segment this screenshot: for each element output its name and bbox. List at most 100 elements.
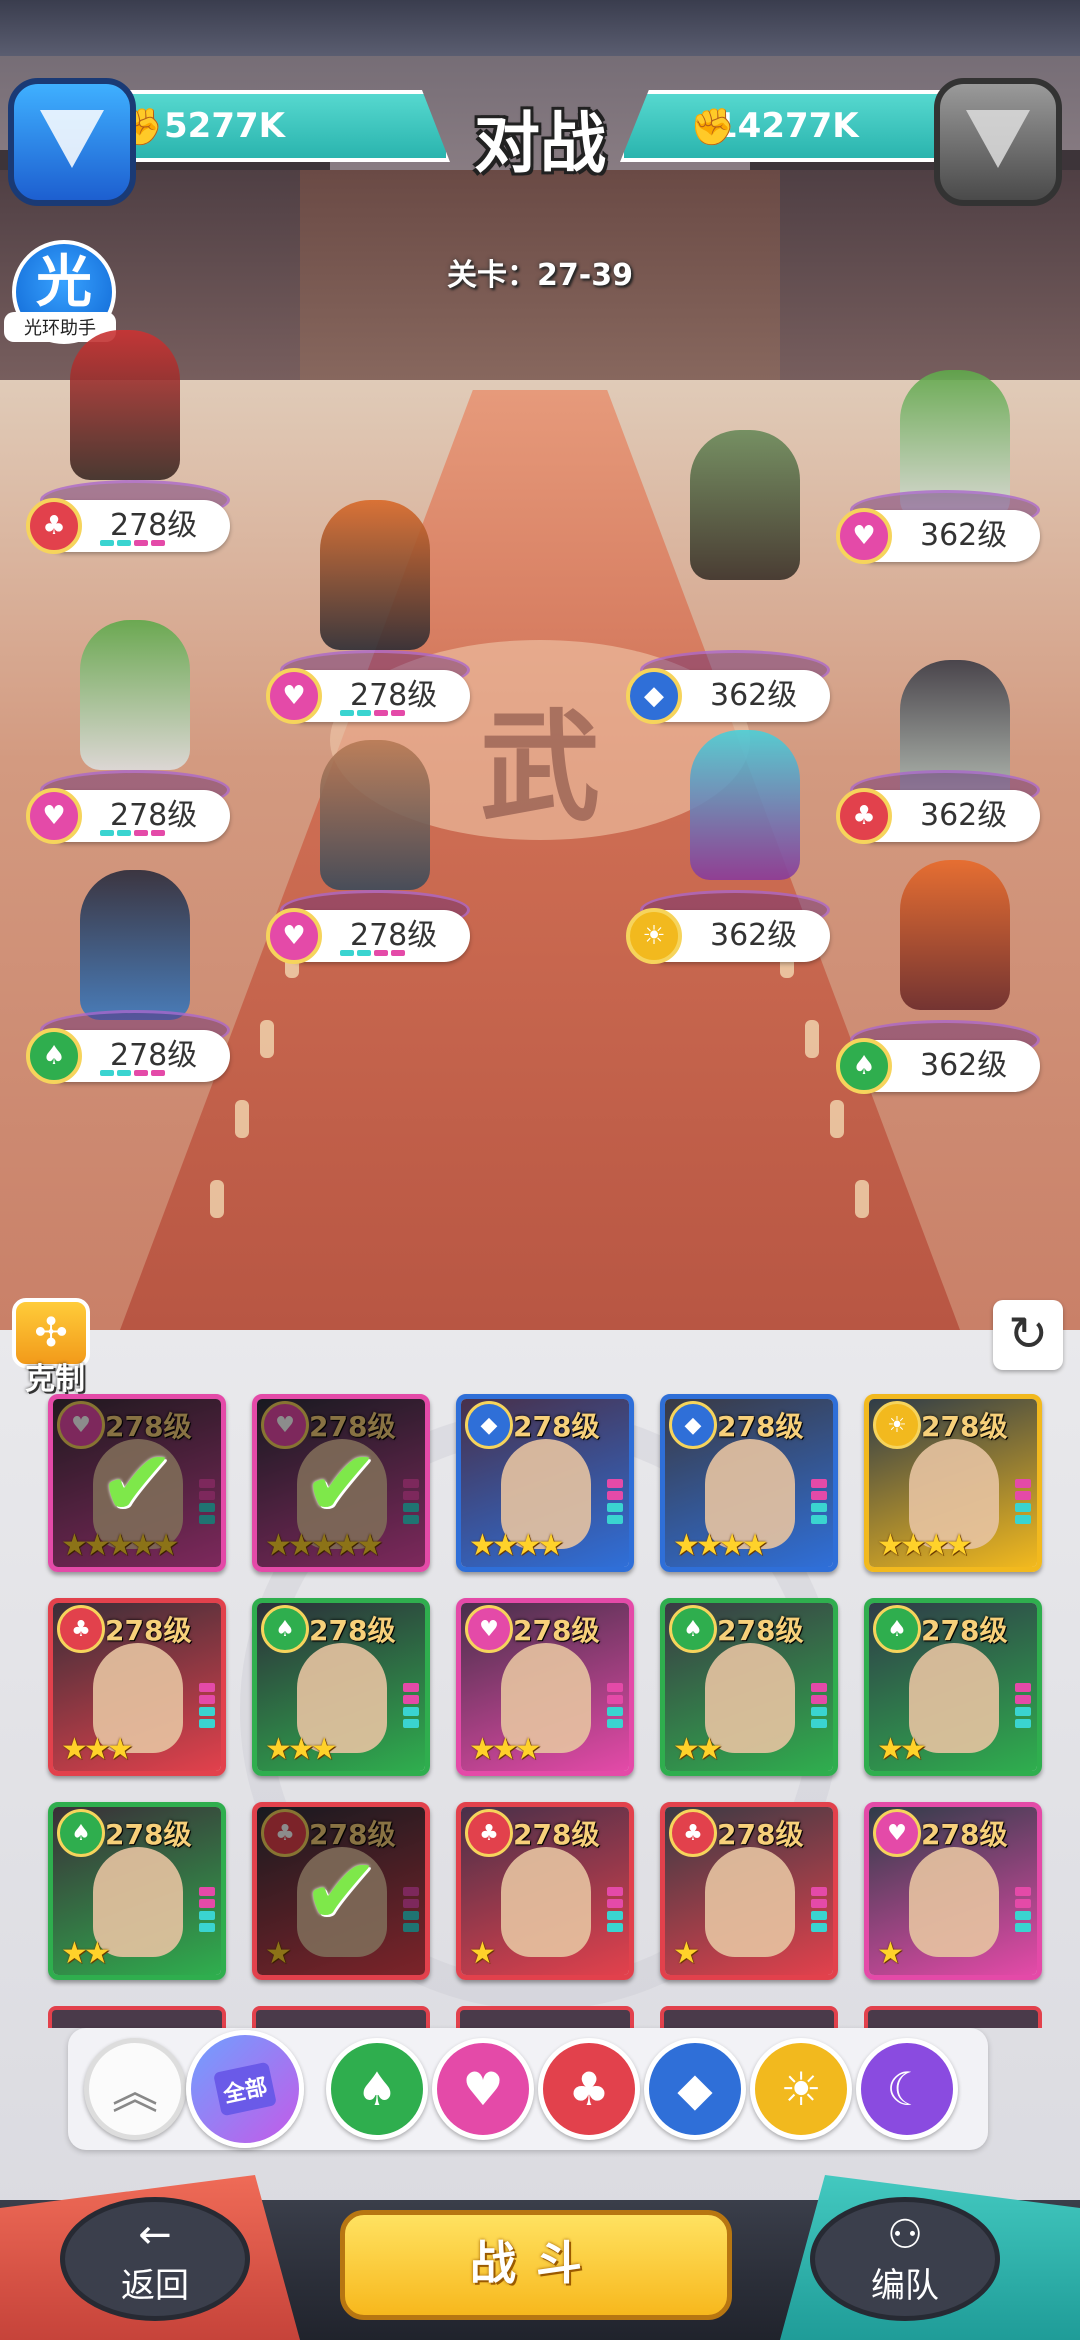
hero-card[interactable]: ♠ 278级 ★★ (48, 1802, 226, 1980)
halo-helper-button[interactable]: 光 光环助手 (4, 240, 116, 348)
hero-figure (70, 330, 180, 480)
heart-icon: ♥ (462, 2062, 504, 2116)
top-frame (0, 0, 1080, 56)
hero-figure (80, 870, 190, 1020)
heart-faction-icon: ♥ (836, 508, 892, 564)
formation-button[interactable]: ⚇ 编队 (810, 2197, 1000, 2321)
hero-stars: ★★ (61, 1936, 111, 1971)
carpet-dash (855, 1180, 869, 1218)
fire-faction-icon: ♣ (26, 498, 82, 554)
hero-face (705, 1847, 795, 1957)
carpet-dash (210, 1180, 224, 1218)
collapse-icon: ︽ (112, 2065, 158, 2119)
hero-stars: ★★ (673, 1732, 723, 1767)
hero-face (909, 1847, 999, 1957)
hero-pips (1015, 1683, 1031, 1728)
back-button[interactable]: ← 返回 (60, 2197, 250, 2321)
filter-heart-button[interactable]: ♥ (432, 2038, 534, 2140)
hero-card[interactable]: ♠ 278级 ★★ (864, 1598, 1042, 1776)
hero-stars: ★ (673, 1936, 700, 1971)
hero-pips (1015, 1479, 1031, 1524)
hero-level: 278级 (717, 1614, 804, 1647)
hero-level: 278级 (717, 1818, 804, 1851)
hero-card[interactable]: ♥ 278级 ★★★ (456, 1598, 634, 1776)
carpet-dash (805, 1020, 819, 1058)
enemy-power-bar: ✊ 14277K (620, 90, 980, 162)
hero-pips (811, 1683, 827, 1728)
filter-moon-button[interactable]: ☾ (856, 2038, 958, 2140)
water-icon: ◆ (677, 2062, 713, 2116)
unit-bars (340, 710, 405, 716)
unit-level-plate: ♣ 362级 (836, 788, 1040, 844)
fire-icon: ♣ (568, 2062, 610, 2116)
filter-forest-button[interactable]: ♠ (326, 2038, 428, 2140)
hero-card[interactable]: ♥ 278级 ★ (864, 1802, 1042, 1980)
formation-label: 编队 (871, 2266, 939, 2306)
fist-icon: ✊ (690, 107, 735, 148)
page-title: 对战 (474, 105, 606, 182)
fire-faction-icon: ♣ (465, 1809, 513, 1857)
forest-faction-icon: ♠ (669, 1605, 717, 1653)
hero-card[interactable]: ♠ 278级 ★★★ (252, 1598, 430, 1776)
hero-card-partial[interactable] (864, 2006, 1042, 2028)
hero-card[interactable]: ♥ 278级 ★★★★★ ✔ (252, 1394, 430, 1572)
selected-overlay: ✔ (53, 1399, 221, 1567)
hero-card[interactable]: ☀ 278级 ★★★★ (864, 1394, 1042, 1572)
hero-card-partial[interactable] (660, 2006, 838, 2028)
hero-figure (80, 620, 190, 770)
hero-stars: ★★★★ (673, 1528, 769, 1563)
selected-overlay: ✔ (257, 1807, 425, 1975)
enemy-power: 14277K (714, 106, 859, 146)
hero-pips (199, 1683, 215, 1728)
sun-faction-icon: ☀ (626, 908, 682, 964)
counter-label: 克制 (25, 1362, 85, 1397)
hero-card[interactable]: ♣ 278级 ★ ✔ (252, 1802, 430, 1980)
stage-label: 关卡：27-39 (447, 258, 633, 293)
unit-level-plate: ♣ 278级 (26, 498, 230, 554)
selected-overlay: ✔ (257, 1399, 425, 1567)
emblem-glyph: 武 (480, 699, 600, 838)
hero-card[interactable]: ♣ 278级 ★ (456, 1802, 634, 1980)
battle-button[interactable]: 战斗 (340, 2210, 732, 2320)
hero-card[interactable]: ♥ 278级 ★★★★★ ✔ (48, 1394, 226, 1572)
hero-figure (690, 430, 800, 580)
filter-sun-button[interactable]: ☀ (750, 2038, 852, 2140)
unit-bars (100, 830, 165, 836)
unit-level-plate: ♥ 278级 (26, 788, 230, 844)
hero-card[interactable]: ♣ 278级 ★★★ (48, 1598, 226, 1776)
filter-all-button[interactable]: 全部 (186, 2030, 304, 2148)
forest-faction-icon: ♠ (873, 1605, 921, 1653)
filter-fire-button[interactable]: ♣ (538, 2038, 640, 2140)
filter-all-label: 全部 (213, 2061, 277, 2117)
checkmark-icon: ✔ (302, 1837, 380, 1945)
counter-button[interactable]: ✣ 克制 (12, 1298, 98, 1398)
hero-card-partial[interactable] (252, 2006, 430, 2028)
hero-figure (900, 860, 1010, 1010)
filter-collapse-button[interactable]: ︽ (84, 2038, 186, 2140)
unit-level-plate: ◆ 362级 (626, 668, 830, 724)
hero-card[interactable]: ♠ 278级 ★★ (660, 1598, 838, 1776)
hero-level: 278级 (105, 1614, 192, 1647)
unit-level: 362级 (920, 1048, 1008, 1083)
hero-level: 278级 (921, 1614, 1008, 1647)
sun-faction-icon: ☀ (873, 1401, 921, 1449)
hero-card-partial[interactable] (456, 2006, 634, 2028)
unit-level: 362级 (710, 678, 798, 713)
hero-card[interactable]: ◆ 278级 ★★★★ (456, 1394, 634, 1572)
water-faction-icon: ◆ (626, 668, 682, 724)
hero-level: 278级 (513, 1614, 600, 1647)
hero-pips (811, 1887, 827, 1932)
hero-level: 278级 (513, 1818, 600, 1851)
crest-chevron (966, 110, 1030, 168)
hero-figure (320, 740, 430, 890)
hero-level: 278级 (513, 1410, 600, 1443)
player-power: 5277K (164, 106, 285, 146)
hero-card[interactable]: ♣ 278级 ★ (660, 1802, 838, 1980)
fire-faction-icon: ♣ (836, 788, 892, 844)
hero-pips (811, 1479, 827, 1524)
refresh-icon[interactable]: ↻ (993, 1300, 1063, 1370)
hero-card[interactable]: ◆ 278级 ★★★★ (660, 1394, 838, 1572)
filter-water-button[interactable]: ◆ (644, 2038, 746, 2140)
arrow-left-icon: ← (138, 2212, 172, 2258)
hero-card-partial[interactable] (48, 2006, 226, 2028)
